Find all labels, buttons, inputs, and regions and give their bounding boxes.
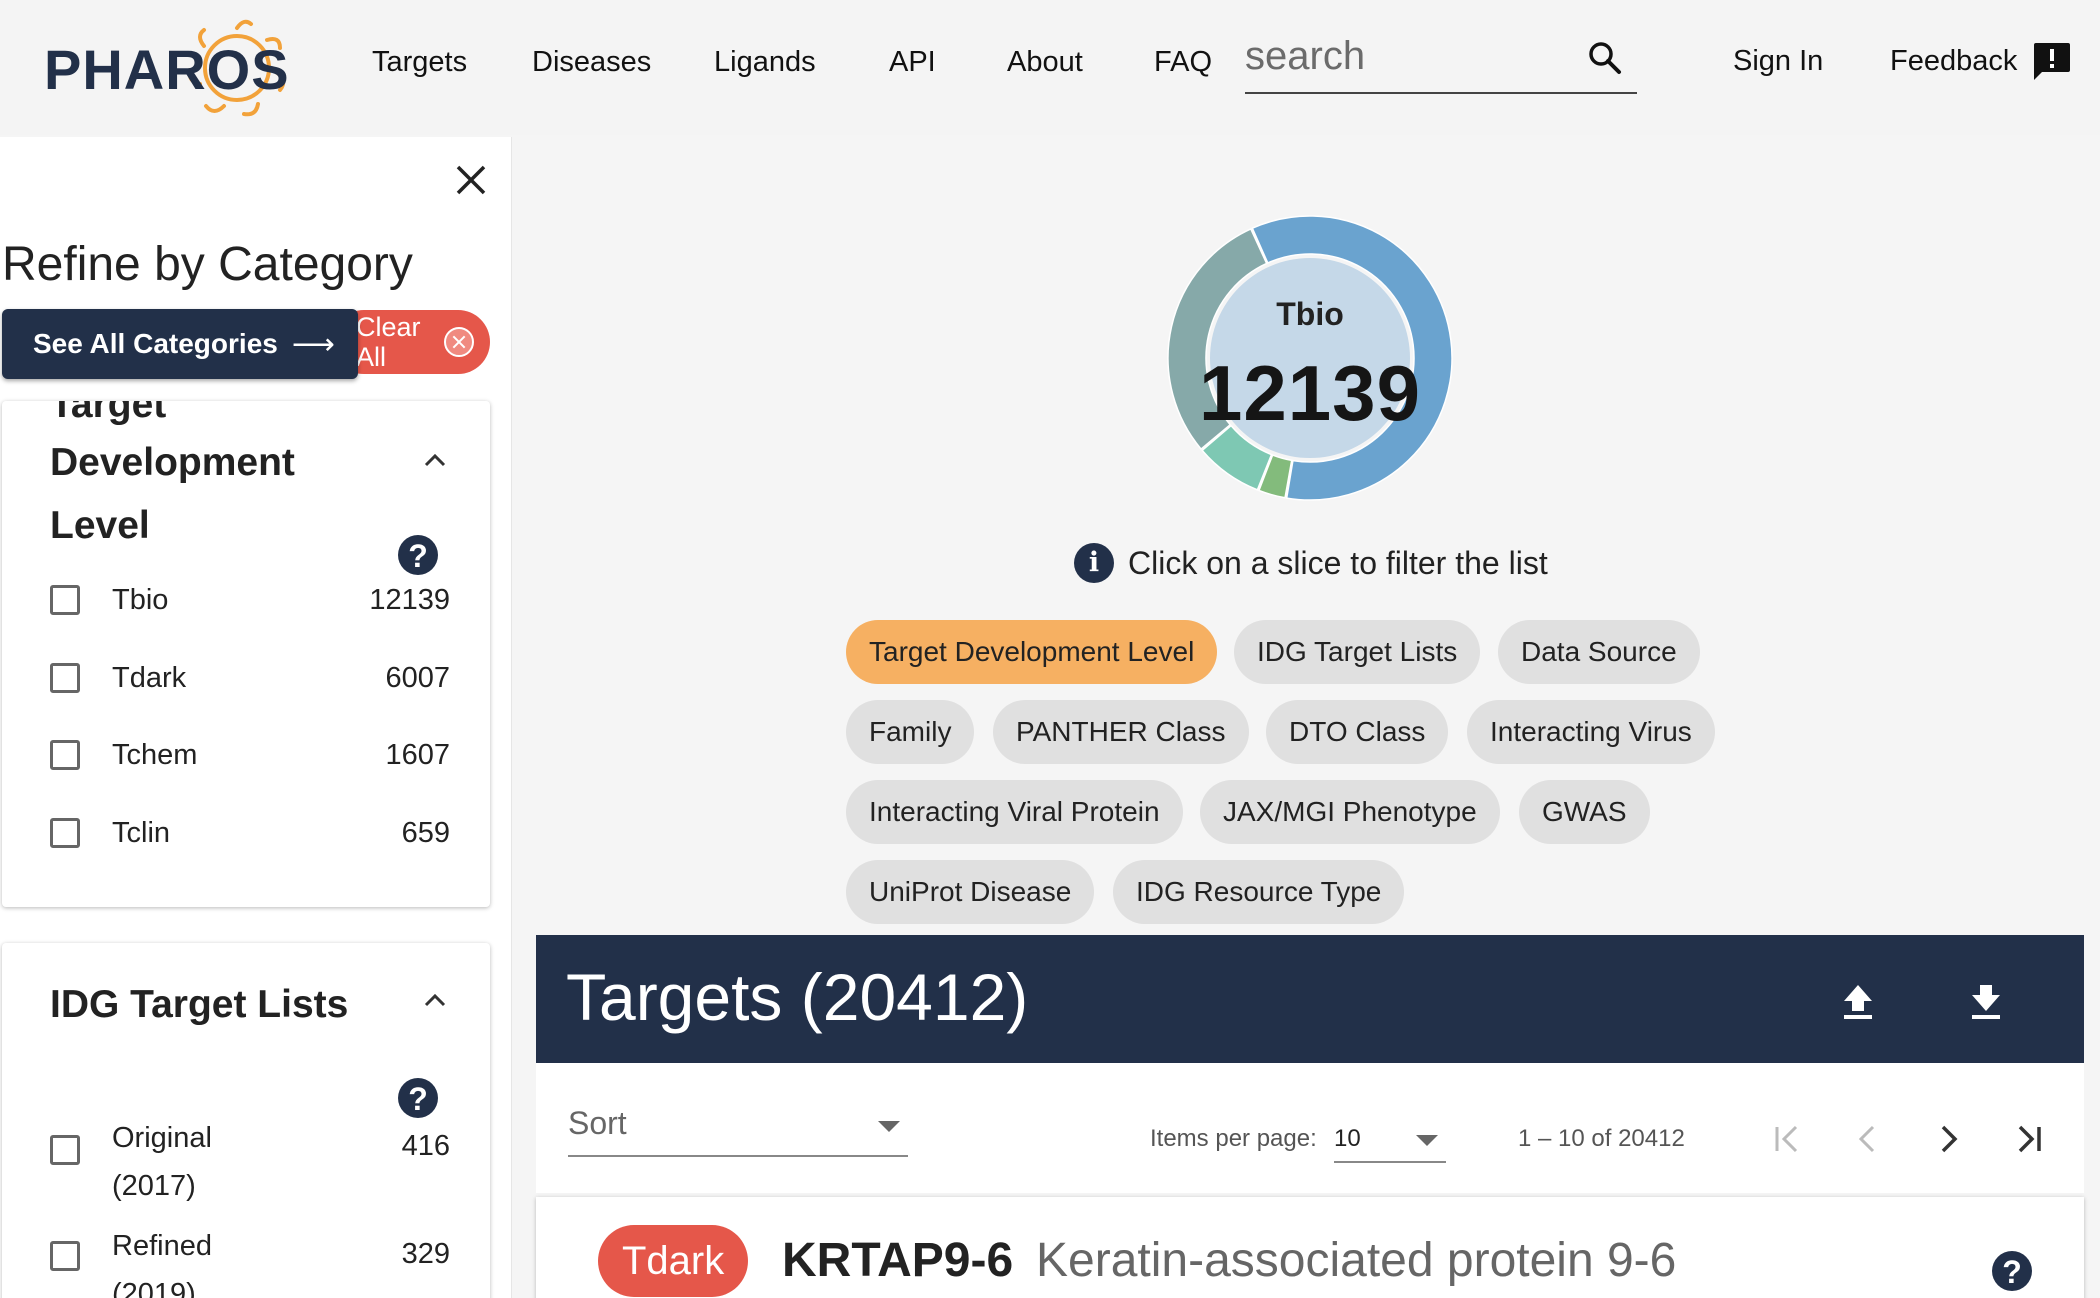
chip-dto-class[interactable]: DTO Class bbox=[1266, 700, 1449, 764]
nav-diseases[interactable]: Diseases bbox=[532, 46, 651, 79]
facet-option-count: 329 bbox=[401, 1238, 450, 1270]
feedback-link[interactable]: Feedback bbox=[1890, 45, 2017, 78]
arrow-right-icon: ⟶ bbox=[291, 327, 335, 361]
info-hint: i Click on a slice to filter the list bbox=[1074, 540, 1548, 586]
feedback-icon[interactable] bbox=[2030, 40, 2072, 82]
facet-idg-target-lists: IDG Target Lists ? Original (2017) 416 R… bbox=[2, 943, 490, 1298]
previous-page-icon[interactable] bbox=[1848, 1119, 1888, 1159]
items-per-page-value: 10 bbox=[1334, 1125, 1361, 1152]
svg-text:PHAROS: PHAROS bbox=[44, 38, 290, 101]
facet-title: IDG Target Lists bbox=[50, 983, 349, 1026]
chip-interacting-viral-protein[interactable]: Interacting Viral Protein bbox=[846, 780, 1183, 844]
target-name: Keratin-associated protein 9-6 bbox=[1036, 1234, 1677, 1287]
checkbox[interactable] bbox=[50, 585, 80, 615]
top-app-bar: PHAROS Targets Diseases Ligands API Abou… bbox=[0, 0, 2100, 135]
chip-jax-mgi-phenotype[interactable]: JAX/MGI Phenotype bbox=[1200, 780, 1500, 844]
targets-title: Targets (20412) bbox=[566, 960, 1029, 1034]
facet-option-label-line2: (2019) bbox=[112, 1278, 196, 1298]
chip-uniprot-disease[interactable]: UniProt Disease bbox=[846, 860, 1095, 924]
facet-option-tbio: Tbio 12139 bbox=[50, 577, 450, 627]
sign-in-link[interactable]: Sign In bbox=[1733, 45, 1823, 78]
sort-select[interactable]: Sort bbox=[568, 1101, 908, 1157]
see-all-label: See All Categories bbox=[33, 328, 278, 359]
facet-target-development-level: Target Development Level ? Tbio 12139 Td… bbox=[2, 401, 490, 907]
facet-title-line3: Level bbox=[50, 504, 150, 547]
targets-header: Targets (20412) bbox=[536, 935, 2084, 1063]
see-all-categories-button[interactable]: See All Categories ⟶ bbox=[2, 309, 358, 379]
chip-gwas[interactable]: GWAS bbox=[1519, 780, 1650, 844]
nav-about[interactable]: About bbox=[1007, 46, 1083, 79]
chip-interacting-virus[interactable]: Interacting Virus bbox=[1467, 700, 1715, 764]
facet-option-tdark: Tdark 6007 bbox=[50, 655, 450, 705]
search-input[interactable] bbox=[1245, 30, 1575, 82]
chevron-down-icon bbox=[878, 1121, 900, 1132]
chevron-up-icon[interactable] bbox=[422, 447, 448, 473]
checkbox[interactable] bbox=[50, 740, 80, 770]
chip-target-development-level[interactable]: Target Development Level bbox=[846, 620, 1218, 684]
info-icon: i bbox=[1074, 543, 1114, 583]
facet-option-refined-2019: Refined (2019) 329 bbox=[50, 1223, 450, 1298]
sidebar-title: Refine by Category bbox=[2, 238, 413, 291]
checkbox[interactable] bbox=[50, 663, 80, 693]
checkbox[interactable] bbox=[50, 818, 80, 848]
filter-sidebar: Refine by Category See All Categories ⟶ … bbox=[0, 137, 512, 1298]
close-icon[interactable] bbox=[452, 161, 490, 199]
facet-option-tchem: Tchem 1607 bbox=[50, 732, 450, 782]
first-page-icon[interactable] bbox=[1768, 1119, 1808, 1159]
facet-option-label: Tclin bbox=[112, 817, 171, 849]
facet-option-count: 659 bbox=[401, 817, 450, 849]
next-page-icon[interactable] bbox=[1928, 1119, 1968, 1159]
target-result-card[interactable]: Tdark KRTAP9-6 Keratin-associated protei… bbox=[536, 1197, 2084, 1298]
clear-icon bbox=[444, 327, 474, 357]
facet-option-tclin: Tclin 659 bbox=[50, 810, 450, 860]
facet-option-label: Tbio bbox=[112, 584, 169, 616]
search-box bbox=[1245, 28, 1637, 94]
chip-data-source[interactable]: Data Source bbox=[1498, 620, 1700, 684]
items-per-page-label: Items per page: bbox=[1150, 1125, 1317, 1152]
search-icon[interactable] bbox=[1587, 40, 1623, 76]
facet-option-label-line2: (2017) bbox=[112, 1170, 196, 1202]
donut-label: Tbio bbox=[1276, 296, 1344, 332]
facet-option-label: Tdark bbox=[112, 662, 187, 694]
facet-title-line2: Development bbox=[50, 441, 295, 484]
chip-panther-class[interactable]: PANTHER Class bbox=[993, 700, 1249, 764]
items-per-page-select[interactable]: 10 bbox=[1334, 1113, 1446, 1163]
help-icon[interactable]: ? bbox=[398, 535, 438, 575]
target-symbol[interactable]: KRTAP9-6 bbox=[782, 1233, 1013, 1288]
nav-targets[interactable]: Targets bbox=[372, 46, 467, 79]
paginator-bar: Sort Items per page: 10 1 – 10 of 20412 bbox=[536, 1063, 2084, 1193]
facet-option-label: Tchem bbox=[112, 739, 198, 771]
chevron-up-icon[interactable] bbox=[422, 987, 448, 1013]
facet-option-label: Refined bbox=[112, 1230, 212, 1262]
nav-api[interactable]: API bbox=[889, 46, 936, 79]
facet-option-count: 1607 bbox=[385, 739, 450, 771]
info-text: Click on a slice to filter the list bbox=[1128, 544, 1548, 581]
facet-option-label: Original bbox=[112, 1122, 212, 1154]
sort-label: Sort bbox=[568, 1105, 627, 1141]
help-icon[interactable]: ? bbox=[398, 1078, 438, 1118]
upload-icon[interactable] bbox=[1840, 981, 1876, 1021]
nav-faq[interactable]: FAQ bbox=[1154, 46, 1212, 79]
facet-option-original-2017: Original (2017) 416 bbox=[50, 1115, 450, 1211]
chevron-down-icon bbox=[1416, 1135, 1438, 1146]
chip-family[interactable]: Family bbox=[846, 700, 975, 764]
chip-idg-target-lists[interactable]: IDG Target Lists bbox=[1234, 620, 1481, 684]
nav-ligands[interactable]: Ligands bbox=[714, 46, 816, 79]
facet-option-count: 12139 bbox=[369, 584, 450, 616]
clear-all-label: Clear All bbox=[356, 312, 421, 372]
page-range-label: 1 – 10 of 20412 bbox=[1518, 1125, 1685, 1152]
donut-value: 12139 bbox=[1199, 349, 1421, 437]
pharos-logo[interactable]: PHAROS bbox=[44, 10, 314, 120]
facet-option-count: 6007 bbox=[385, 662, 450, 694]
tdl-badge: Tdark bbox=[598, 1225, 749, 1297]
last-page-icon[interactable] bbox=[2008, 1119, 2048, 1159]
help-icon[interactable]: ? bbox=[1992, 1251, 2032, 1291]
chip-idg-resource-type[interactable]: IDG Resource Type bbox=[1113, 860, 1405, 924]
checkbox[interactable] bbox=[50, 1241, 80, 1271]
checkbox[interactable] bbox=[50, 1135, 80, 1165]
facet-option-count: 416 bbox=[401, 1130, 450, 1162]
download-icon[interactable] bbox=[1968, 981, 2004, 1021]
